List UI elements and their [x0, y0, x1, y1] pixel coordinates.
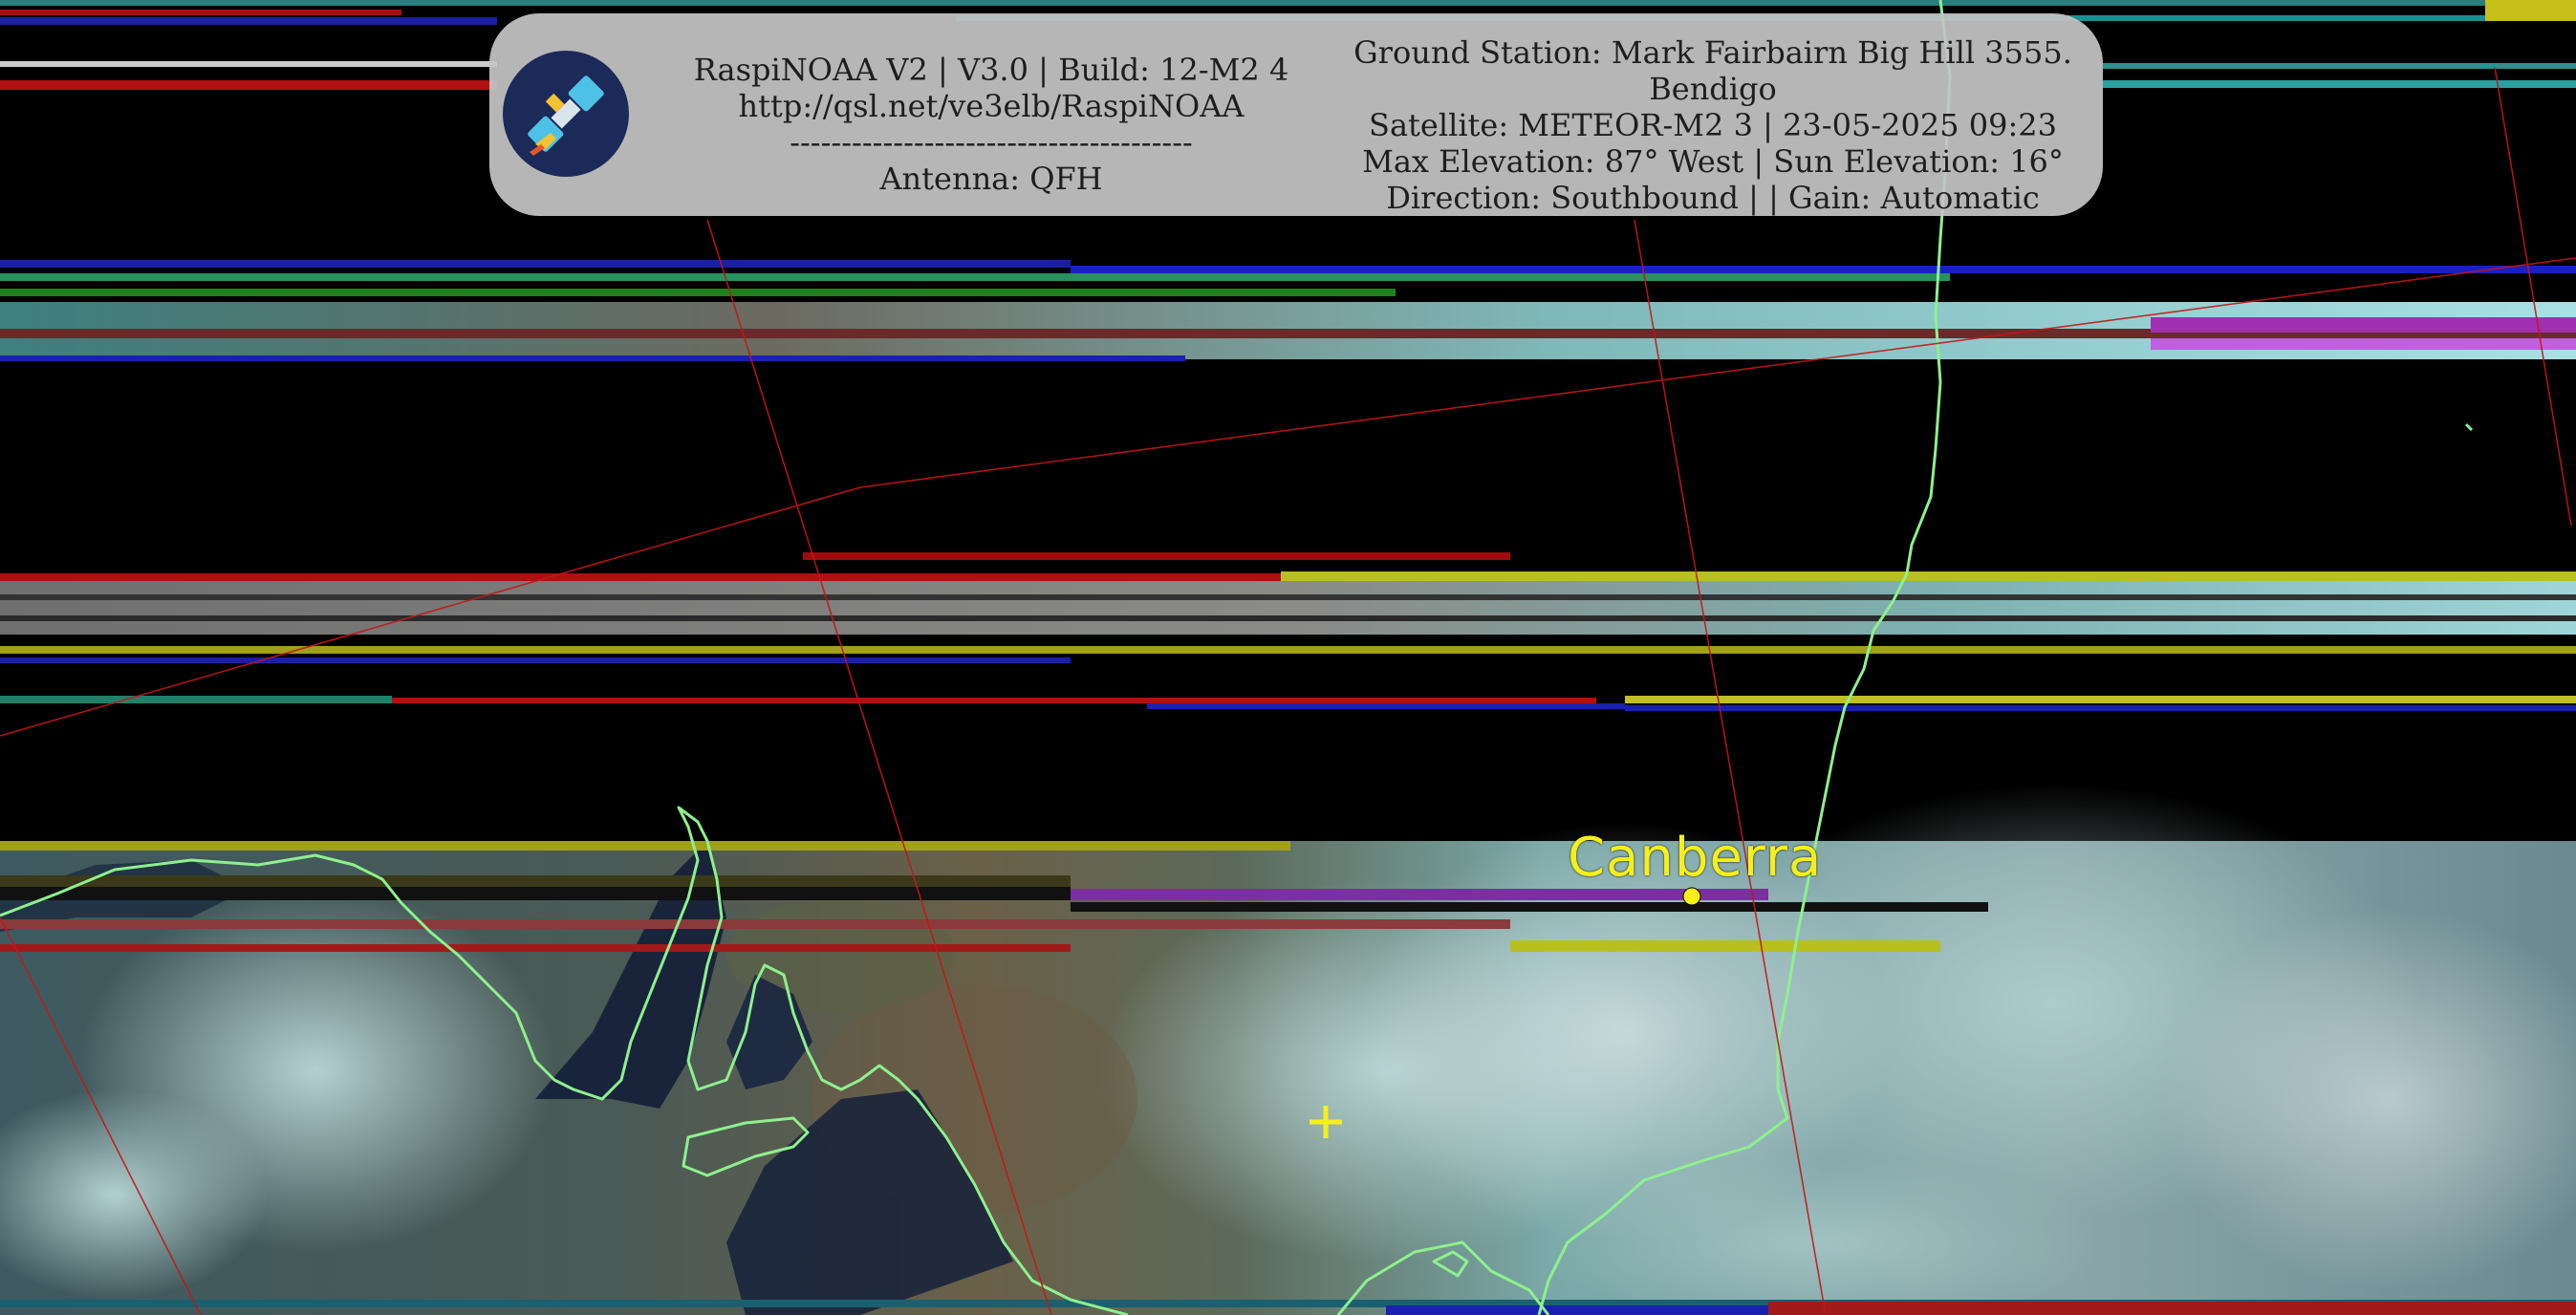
elevation-line: Max Elevation: 87° West | Sun Elevation:… [1362, 143, 2064, 180]
ground-station-line: Ground Station: Mark Fairbairn Big Hill … [1353, 34, 2072, 71]
build-info: RaspiNOAA V2 | V3.0 | Build: 12-M2 4 htt… [642, 52, 1340, 197]
satellite-icon [503, 51, 629, 177]
city-dot-icon [1682, 887, 1701, 906]
satellite-line: Satellite: METEOR-M2 3 | 23-05-2025 09:2… [1369, 107, 2057, 143]
separator-line: --------------------------------------- [790, 124, 1193, 161]
build-line: RaspiNOAA V2 | V3.0 | Build: 12-M2 4 [693, 52, 1289, 88]
imagery-region [0, 784, 2576, 1315]
location-line: Bendigo [1649, 71, 1777, 107]
direction-gain-line: Direction: Southbound | | Gain: Automati… [1386, 180, 2040, 216]
pass-info-panel: RaspiNOAA V2 | V3.0 | Build: 12-M2 4 htt… [489, 13, 2103, 216]
antenna-line: Antenna: QFH [879, 161, 1103, 197]
city-label: Canberra [1568, 827, 1823, 889]
project-url: http://qsl.net/ve3elb/RaspiNOAA [738, 88, 1245, 124]
pass-details: Ground Station: Mark Fairbairn Big Hill … [1331, 34, 2095, 216]
satellite-image: Canberra RaspiNOAA V2 | V3.0 | Build: 12… [0, 0, 2576, 1315]
